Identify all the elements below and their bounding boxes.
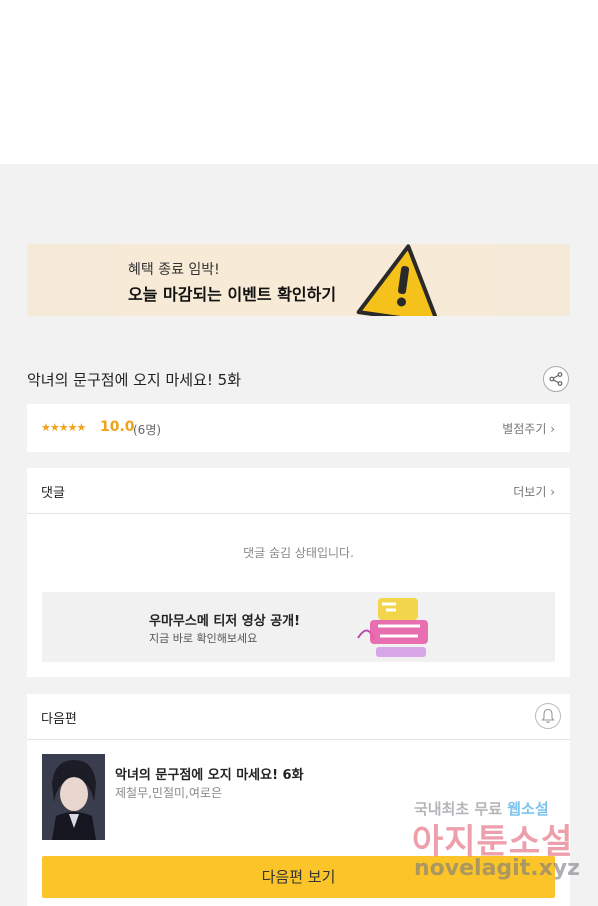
bell-icon	[541, 708, 555, 723]
event-banner[interactable]: 혜택 종료 임박! 오늘 마감되는 이벤트 확인하기	[27, 244, 570, 316]
next-title-label: 다음편	[41, 712, 77, 727]
episode-title: 악녀의 문구점에 오지 마세요! 5화	[27, 371, 242, 389]
episode-thumbnail[interactable]	[42, 754, 105, 840]
game-logo-image	[357, 598, 428, 657]
watermark-url: novelagit.xyz	[414, 856, 580, 881]
rate-button[interactable]: 별점주기 ›	[502, 420, 555, 437]
ad-title: 우마무스메 티저 영상 공개!	[149, 614, 301, 629]
rating-stars: ★★★★★	[41, 421, 86, 434]
next-episode-authors: 제철무,민절미,여로은	[115, 786, 222, 800]
site-watermark: 국내최초 무료 웹소설 아지툰소설 novelagit.xyz	[408, 798, 588, 890]
comment-header: 댓글 더보기 ›	[27, 468, 570, 514]
next-episode-title[interactable]: 악녀의 문구점에 오지 마세요! 6화	[115, 764, 304, 783]
comments-hidden-message: 댓글 숨김 상태입니다.	[243, 546, 354, 560]
ad-banner[interactable]: 우마무스메 티저 영상 공개! 지금 바로 확인해보세요	[42, 592, 555, 662]
ad-subtitle: 지금 바로 확인해보세요	[149, 632, 258, 645]
comment-card: 댓글 더보기 › 댓글 숨김 상태입니다. 우마무스메 티저 영상 공개! 지금…	[27, 468, 570, 677]
notification-button[interactable]	[535, 703, 561, 729]
banner-subtitle: 혜택 종료 임박!	[128, 262, 220, 278]
comment-title: 댓글	[41, 486, 65, 501]
rating-score: 10.0	[100, 419, 135, 435]
next-header: 다음편	[27, 694, 570, 740]
comment-more-link[interactable]: 더보기 ›	[513, 483, 555, 500]
banner-title: 오늘 마감되는 이벤트 확인하기	[128, 285, 337, 304]
share-button[interactable]	[543, 366, 569, 392]
share-icon	[549, 372, 563, 386]
top-blank-area	[0, 0, 598, 164]
rating-card: ★★★★★ 10.0 (6명) 별점주기 ›	[27, 404, 570, 452]
warning-icon	[356, 244, 440, 316]
rating-count: (6명)	[133, 423, 162, 437]
